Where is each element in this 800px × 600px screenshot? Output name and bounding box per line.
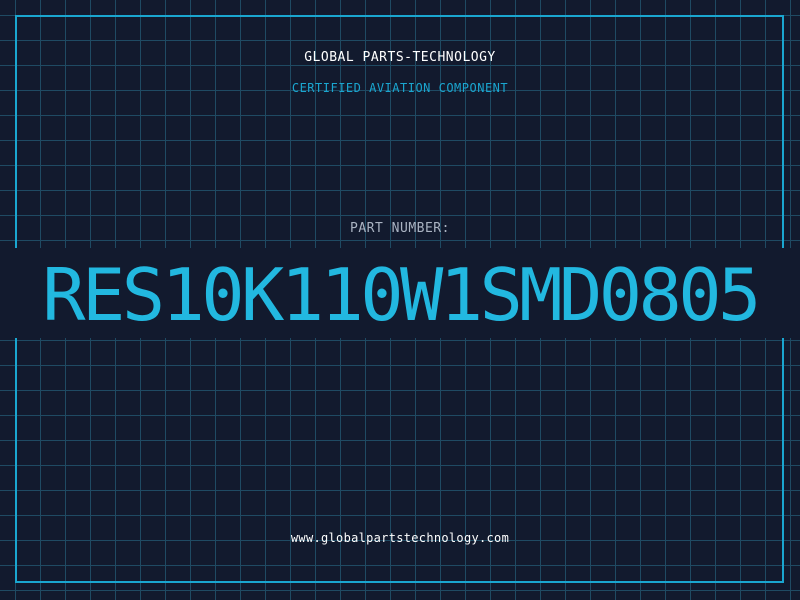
part-number-label: PART NUMBER: <box>350 221 450 236</box>
certification-subtitle: CERTIFIED AVIATION COMPONENT <box>291 81 509 95</box>
website-url: www.globalpartstechnology.com <box>290 531 510 545</box>
company-name: GLOBAL PARTS-TECHNOLOGY <box>304 50 496 65</box>
part-number-value: RES10K110W1SMD0805 <box>42 255 761 335</box>
part-label-card: GLOBAL PARTS-TECHNOLOGY CERTIFIED AVIATI… <box>0 0 800 600</box>
